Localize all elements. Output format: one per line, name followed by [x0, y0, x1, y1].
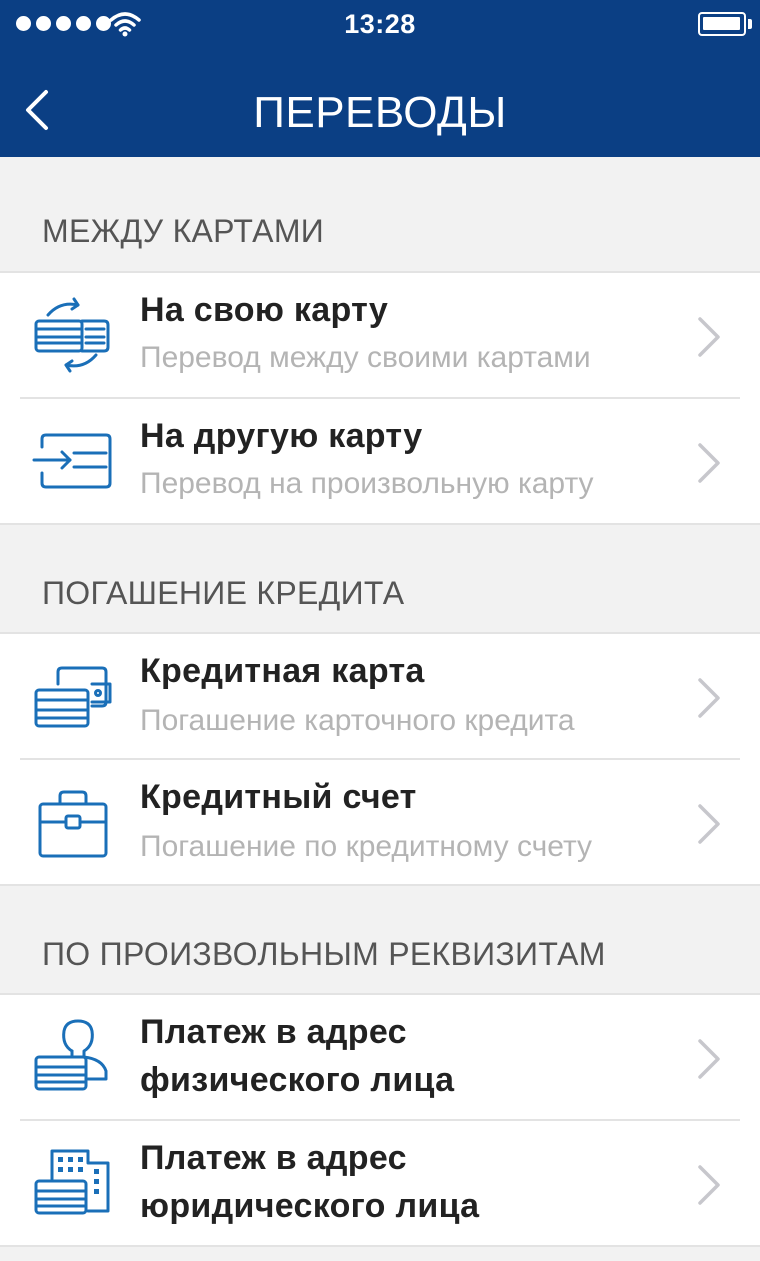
list-item-credit-account[interactable]: Кредитный счет Погашение по кредитному с… — [0, 760, 760, 886]
chevron-right-icon — [698, 804, 720, 844]
chevron-right-icon — [698, 1165, 720, 1205]
item-subtitle: Перевод между своими картами — [140, 341, 591, 374]
chevron-right-icon — [698, 678, 720, 718]
section-header-between-cards: МЕЖДУ КАРТАМИ — [0, 157, 760, 273]
chevron-right-icon — [698, 443, 720, 483]
person-card-icon — [34, 1019, 108, 1091]
status-bar: 13:28 — [0, 0, 760, 50]
app-header: 13:28 ПЕРЕВОДЫ — [0, 0, 760, 157]
item-title-line-2: физического лица — [140, 1061, 455, 1099]
list-item-credit-card[interactable]: Кредитная карта Погашение карточного кре… — [0, 634, 760, 760]
battery-icon — [698, 12, 746, 36]
item-title-line-1: Платеж в адрес — [140, 1139, 407, 1177]
list-item-legal-entity-payment[interactable]: Платеж в адрес юридического лица — [0, 1121, 760, 1247]
item-title: На свою карту — [140, 291, 389, 329]
section-header-arbitrary-details: ПО ПРОИЗВОЛЬНЫМ РЕКВИЗИТАМ — [0, 886, 760, 1002]
row-divider — [0, 1245, 760, 1247]
item-subtitle: Погашение по кредитному счету — [140, 830, 593, 863]
item-subtitle: Перевод на произвольную карту — [140, 467, 594, 500]
item-title-line-2: юридического лица — [140, 1187, 480, 1225]
card-wallet-icon — [34, 666, 112, 728]
card-transfer-icon — [32, 433, 112, 489]
item-title-line-1: Платеж в адрес — [140, 1013, 407, 1051]
item-subtitle: Погашение карточного кредита — [140, 704, 575, 737]
cards-exchange-icon — [34, 297, 110, 373]
item-title: Кредитная карта — [140, 652, 425, 690]
list-item-own-card[interactable]: На свою карту Перевод между своими карта… — [0, 273, 760, 399]
chevron-right-icon — [698, 317, 720, 357]
briefcase-icon — [38, 790, 108, 858]
item-title: Кредитный счет — [140, 778, 417, 816]
battery-tip — [748, 19, 752, 29]
page-title: ПЕРЕВОДЫ — [253, 88, 507, 137]
status-time: 13:28 — [344, 9, 416, 39]
chevron-right-icon — [698, 1039, 720, 1079]
list-item-individual-payment[interactable]: Платеж в адрес физического лица — [0, 995, 760, 1121]
item-title: На другую карту — [140, 417, 423, 455]
building-card-icon — [34, 1149, 110, 1215]
navigation-bar: ПЕРЕВОДЫ — [0, 60, 760, 157]
section-header-loan-repayment: ПОГАШЕНИЕ КРЕДИТА — [0, 525, 760, 641]
list-item-other-card[interactable]: На другую карту Перевод на произвольную … — [0, 399, 760, 525]
